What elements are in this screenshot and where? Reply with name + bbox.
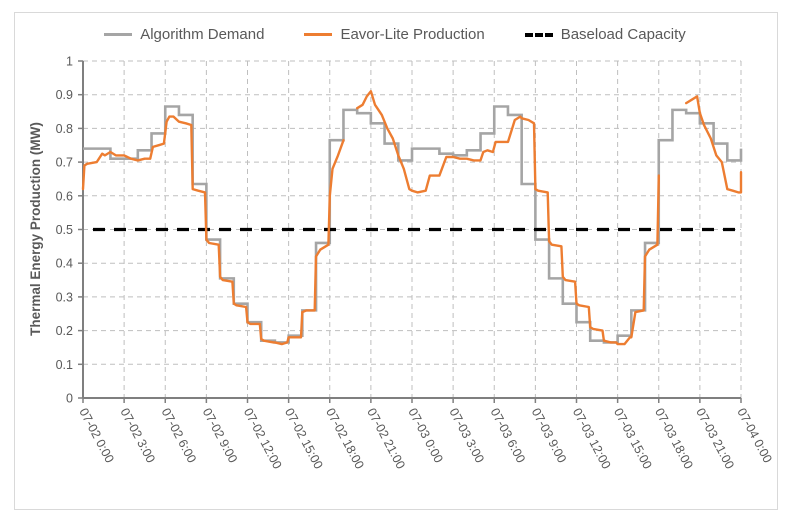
y-tick-label: 0.2: [56, 324, 73, 338]
x-tick-label: 07-03 6:00: [488, 406, 528, 465]
axes: [78, 60, 742, 403]
y-tick-label: 1: [66, 55, 73, 69]
series-eavor-lite-production-segment: [685, 95, 743, 194]
x-tick-label: 07-02 3:00: [117, 406, 157, 465]
x-tick-label: 07-02 9:00: [200, 406, 240, 465]
y-tick-label: 0.5: [56, 223, 73, 237]
y-axis-title: Thermal Energy Production (MW): [28, 122, 43, 336]
chart-plot: 00.10.20.30.40.50.60.70.80.9107-02 0:00 0…: [28, 55, 775, 472]
y-tick-label: 0.7: [56, 156, 73, 170]
y-tick-label: 0.4: [56, 257, 73, 271]
x-tick-label: 07-02 6:00: [159, 406, 199, 465]
y-tick-label: 0.1: [56, 358, 73, 372]
y-tick-label: 0.9: [56, 88, 73, 102]
y-tick-label: 0.3: [56, 290, 73, 304]
x-tick-label: 07-02 21:00: [364, 406, 408, 472]
x-tick-label: 07-03 0:00: [405, 406, 445, 465]
x-tick-label: 07-02 12:00: [241, 406, 285, 472]
y-tick-label: 0.6: [56, 189, 73, 203]
tick-labels: 00.10.20.30.40.50.60.70.80.9107-02 0:00 0…: [56, 55, 775, 472]
x-tick-label: 07-03 3:00: [446, 406, 486, 465]
x-tick-label: 07-03 12:00: [570, 406, 614, 472]
x-tick-label: 07-02 15:00: [282, 406, 326, 472]
series-eavor-lite-production-segment: [356, 90, 660, 346]
x-tick-label: 07-02 18:00: [323, 406, 367, 472]
y-tick-label: 0.8: [56, 122, 73, 136]
x-tick-label: 07-02 0:00: [76, 406, 116, 465]
x-tick-label: 07-03 21:00: [693, 406, 737, 472]
x-tick-label: 07-04 0:00: [734, 406, 774, 465]
y-tick-label: 0: [66, 392, 73, 406]
x-tick-label: 07-03 9:00: [529, 406, 569, 465]
x-tick-label: 07-03 15:00: [611, 406, 655, 472]
x-tick-label: 07-03 18:00: [652, 406, 696, 472]
